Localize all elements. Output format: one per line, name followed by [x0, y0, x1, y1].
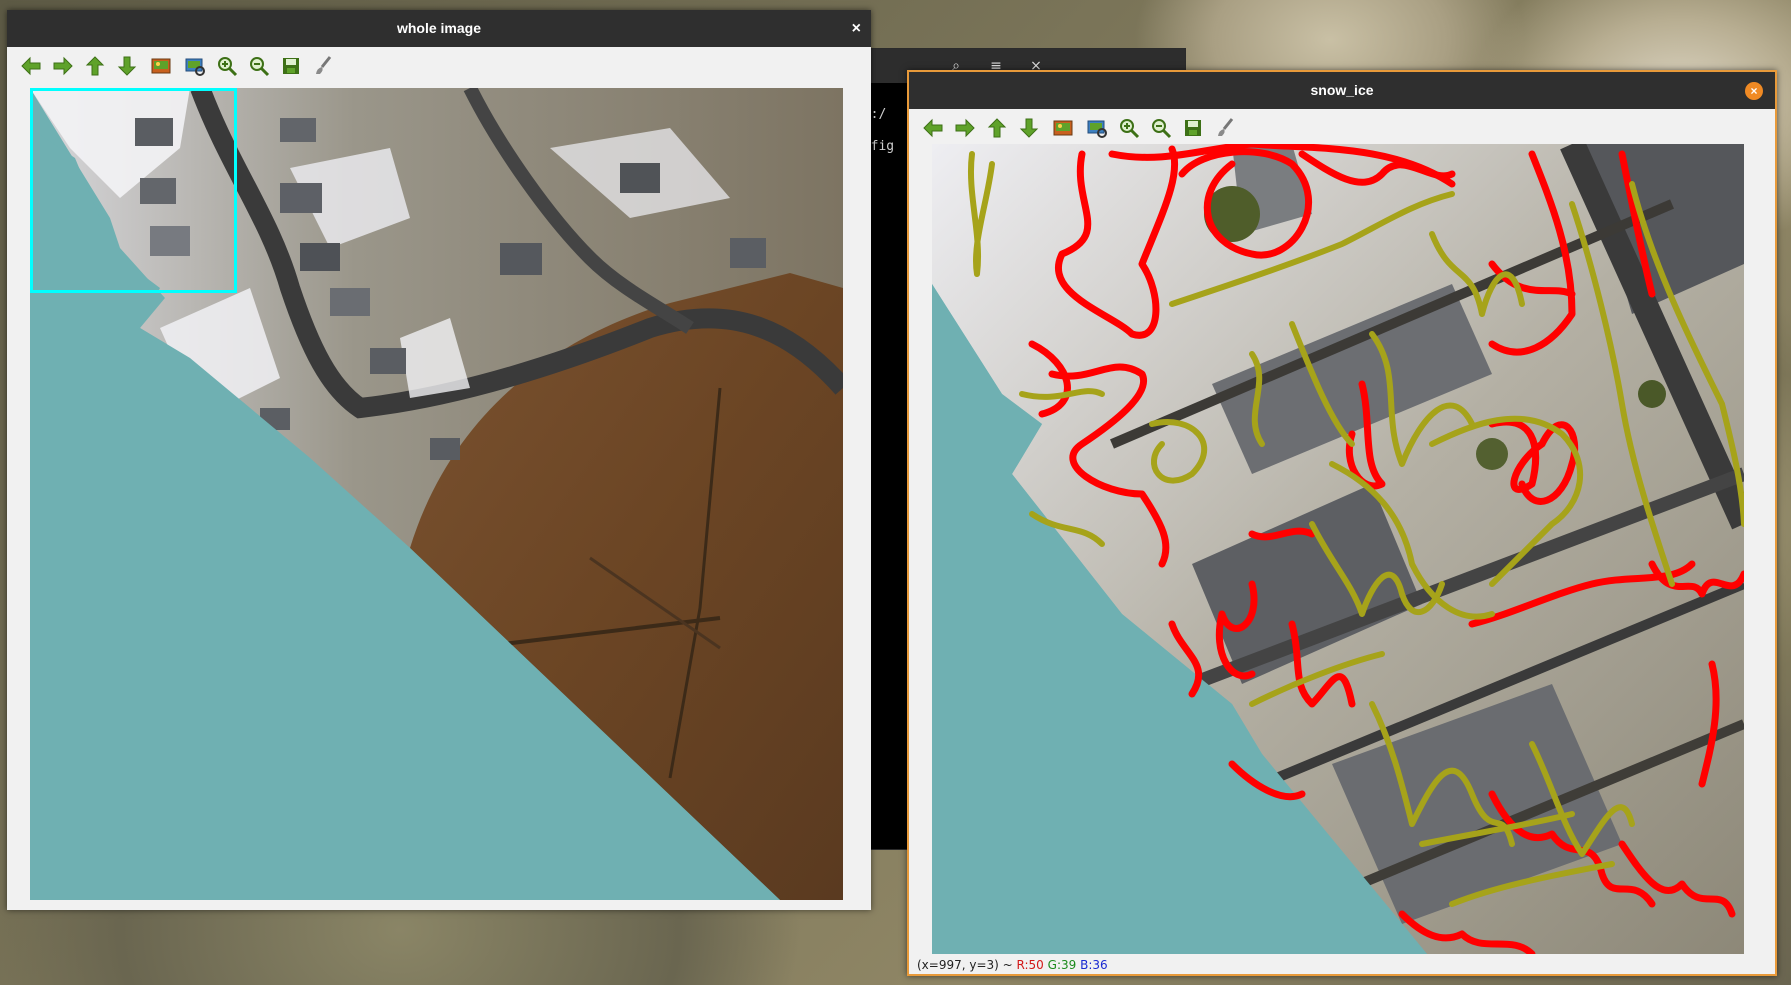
arrow-right-icon[interactable]: [51, 54, 75, 78]
image-toolbar: [7, 51, 871, 81]
zoom-out-icon[interactable]: [1149, 116, 1173, 140]
image-toolbar: [909, 113, 1775, 143]
zoom-in-icon[interactable]: [215, 54, 239, 78]
arrow-up-icon[interactable]: [985, 116, 1009, 140]
zoom-fit-icon[interactable]: [1051, 116, 1075, 140]
arrow-down-icon[interactable]: [1017, 116, 1041, 140]
zoom-in-icon[interactable]: [1117, 116, 1141, 140]
arrow-up-icon[interactable]: [83, 54, 107, 78]
zoom-original-icon[interactable]: [1085, 116, 1109, 140]
pixel-green-value: G:39: [1047, 958, 1077, 972]
status-bar: (x=997, y=3) ~ R:50 G:39 B:36: [917, 958, 1108, 972]
whole-image-titlebar[interactable]: whole image ×: [7, 10, 871, 47]
zoom-original-icon[interactable]: [183, 54, 207, 78]
arrow-left-icon[interactable]: [921, 116, 945, 140]
zoom-fit-icon[interactable]: [149, 54, 173, 78]
properties-brush-icon[interactable]: [311, 54, 335, 78]
save-icon[interactable]: [279, 54, 303, 78]
snow-ice-canvas[interactable]: [932, 144, 1744, 954]
arrow-left-icon[interactable]: [19, 54, 43, 78]
window-title: whole image: [396, 20, 482, 36]
whole-image-canvas[interactable]: [30, 88, 843, 900]
properties-brush-icon[interactable]: [1213, 116, 1237, 140]
window-title: snow_ice: [1310, 82, 1374, 98]
arrow-down-icon[interactable]: [115, 54, 139, 78]
snow-ice-titlebar[interactable]: snow_ice ×: [909, 72, 1775, 109]
pixel-blue-value: B:36: [1080, 958, 1108, 972]
whole-image-window[interactable]: whole image ×: [7, 10, 871, 910]
arrow-right-icon[interactable]: [953, 116, 977, 140]
close-button[interactable]: ×: [1745, 82, 1763, 100]
cursor-coordinates: (x=997, y=3) ~: [917, 958, 1017, 972]
close-button[interactable]: ×: [852, 10, 861, 47]
snow-ice-window[interactable]: snow_ice × (x=997, y=3) ~ R:50 G:39 B:36: [907, 70, 1777, 976]
zoom-out-icon[interactable]: [247, 54, 271, 78]
pixel-red-value: R:50: [1016, 958, 1044, 972]
save-icon[interactable]: [1181, 116, 1205, 140]
